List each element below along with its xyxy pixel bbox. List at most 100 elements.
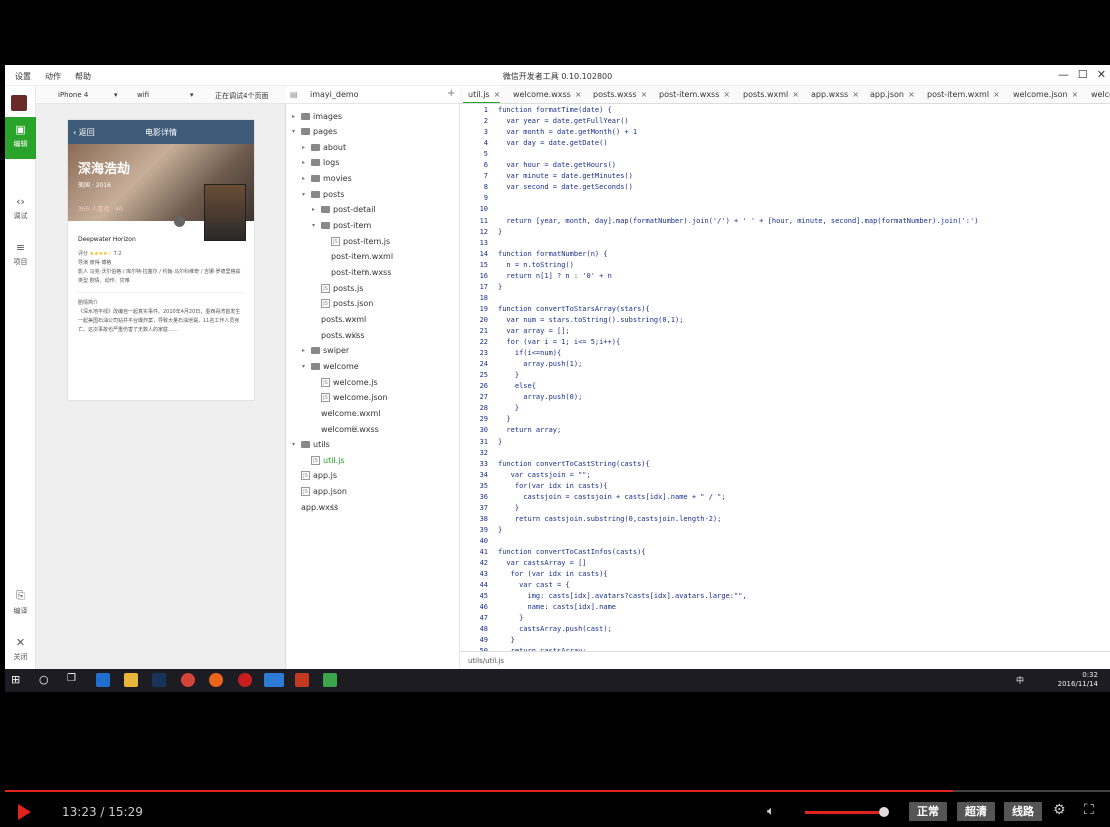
tree-file[interactable]: JS app.js [292, 469, 337, 483]
close-tab-icon[interactable]: × [1072, 90, 1079, 99]
ime-indicator[interactable]: 中 [1016, 675, 1024, 686]
gear-icon[interactable]: ⚙ [1053, 802, 1066, 818]
devtools-icon[interactable] [264, 673, 284, 687]
tree-file[interactable]: JS welcome.json [312, 391, 388, 405]
add-icon[interactable]: + [447, 88, 455, 99]
editor-tab[interactable]: app.json × [865, 86, 915, 103]
close-tab-icon[interactable]: × [641, 90, 648, 99]
chevron-down-icon[interactable]: ▾ [302, 191, 308, 198]
tree-folder[interactable]: ▸ logs [302, 156, 339, 170]
line-number: 19 [479, 304, 488, 313]
device-select[interactable]: iPhone 4 [58, 91, 88, 99]
debug-status[interactable]: 正在调试4个页面 [215, 91, 268, 101]
volume-knob[interactable] [879, 807, 889, 817]
tree-file[interactable]: JS welcome.js [312, 375, 378, 389]
maximize-icon[interactable]: ☐ [1078, 68, 1088, 81]
chevron-right-icon[interactable]: ▸ [312, 206, 318, 213]
tree-file[interactable]: JS posts.js [312, 281, 363, 295]
close-tab-icon[interactable]: × [908, 90, 915, 99]
route-button[interactable]: 线路 [1004, 802, 1042, 821]
folder-icon [311, 159, 320, 167]
close-tab-icon[interactable]: × [852, 90, 859, 99]
explorer-icon[interactable] [124, 673, 138, 687]
task-view-icon[interactable]: ❐ [67, 673, 81, 687]
chevron-down-icon[interactable]: ▾ [292, 128, 298, 135]
rail-item[interactable]: ≡ 项目 [5, 235, 36, 277]
tree-file[interactable]: ‹› post-item.wxml [322, 250, 393, 264]
chevron-right-icon[interactable]: ▸ [302, 175, 308, 182]
windows-start-icon[interactable]: ⊞ [11, 673, 25, 687]
editor-tab[interactable]: app.wxss × [806, 86, 859, 103]
tree-file[interactable]: {} posts.wxss [312, 328, 365, 342]
chrome-icon[interactable] [181, 673, 195, 687]
quality-normal-button[interactable]: 正常 [909, 802, 947, 821]
tree-folder[interactable]: ▾ utils [292, 438, 330, 452]
tree-folder[interactable]: ▾ pages [292, 125, 337, 139]
rail-item[interactable]: ▣ 编辑 [5, 117, 36, 159]
edge-icon[interactable] [96, 673, 110, 687]
avatar [174, 216, 185, 227]
editor-tab[interactable]: posts.wxss × [588, 86, 648, 103]
close-tab-icon[interactable]: × [723, 90, 730, 99]
tree-folder[interactable]: ▾ post-item [312, 219, 371, 233]
volume-slider[interactable] [805, 811, 883, 814]
tree-folder[interactable]: ▸ about [302, 140, 346, 154]
chevron-right-icon[interactable]: ▸ [302, 159, 308, 166]
close-tab-icon[interactable]: × [575, 90, 582, 99]
tree-folder[interactable]: ▸ images [292, 109, 342, 123]
editor-tab[interactable]: welco [1086, 86, 1110, 103]
quality-hd-button[interactable]: 超清 [957, 802, 995, 821]
rail-item[interactable]: ⎘ 编译 [5, 583, 36, 625]
volume-icon[interactable]: 🔈︎ [767, 804, 775, 819]
movie-poster[interactable] [204, 184, 246, 241]
tree-file[interactable]: {} post-item.wxss [322, 266, 391, 280]
chevron-down-icon[interactable]: ▾ [292, 441, 298, 448]
tree-file[interactable]: JS posts.json [312, 297, 373, 311]
tree-folder[interactable]: ▸ post-detail [312, 203, 376, 217]
tree-folder[interactable]: ▾ posts [302, 187, 344, 201]
search-icon[interactable]: ○ [39, 673, 53, 687]
tree-folder[interactable]: ▸ swiper [302, 344, 349, 358]
close-window-icon[interactable]: ✕ [1097, 68, 1106, 81]
editor-tab[interactable]: post-item.wxml × [922, 86, 1000, 103]
tree-file[interactable]: {} welcome.wxss [312, 422, 379, 436]
tree-file[interactable]: JS app.json [292, 485, 347, 499]
chevron-right-icon[interactable]: ▸ [302, 144, 308, 151]
play-icon[interactable] [18, 804, 31, 820]
powerpoint-icon[interactable] [295, 673, 309, 687]
chevron-down-icon[interactable]: ▾ [114, 91, 118, 99]
tree-file[interactable]: ‹› posts.wxml [312, 312, 366, 326]
tree-file[interactable]: ‹› welcome.wxml [312, 406, 381, 420]
tree-file[interactable]: JS util.js [302, 453, 345, 467]
editor-tab[interactable]: posts.wxml × [738, 86, 799, 103]
recorder-icon[interactable] [238, 673, 252, 687]
tree-file[interactable]: {} app.wxss [292, 500, 338, 514]
tree-folder[interactable]: ▾ welcome [302, 359, 359, 373]
tree-folder[interactable]: ▸ movies [302, 172, 352, 186]
avatar[interactable] [11, 95, 27, 111]
chevron-right-icon[interactable]: ▸ [292, 113, 298, 120]
editor-tab[interactable]: welcome.json × [1008, 86, 1079, 103]
app-icon[interactable] [323, 673, 337, 687]
chevron-down-icon[interactable]: ▾ [302, 363, 308, 370]
editor-tab[interactable]: util.js × [463, 86, 501, 103]
fullscreen-icon[interactable]: ⛶ [1084, 802, 1094, 818]
close-tab-icon[interactable]: × [993, 90, 1000, 99]
chevron-down-icon[interactable]: ▾ [190, 91, 194, 99]
rail-item[interactable]: ‹› 调试 [5, 189, 36, 231]
system-tray[interactable]: 0:32 2016/11/14 [1058, 671, 1098, 689]
chevron-right-icon[interactable]: ▸ [302, 347, 308, 354]
photoshop-icon[interactable] [152, 673, 166, 687]
rail-item[interactable]: ✕ 关闭 [5, 630, 36, 669]
minimize-icon[interactable]: — [1058, 68, 1069, 81]
chevron-down-icon[interactable]: ▾ [312, 222, 318, 229]
editor-tab[interactable]: post-item.wxss × [654, 86, 730, 103]
code-editor[interactable]: 1 function formatTime(date) {2 var year =… [460, 104, 1110, 651]
app-icon[interactable] [209, 673, 223, 687]
network-select[interactable]: wifi [137, 91, 149, 99]
video-progress[interactable] [5, 790, 1110, 792]
close-tab-icon[interactable]: × [792, 90, 799, 99]
editor-tab[interactable]: welcome.wxss × [508, 86, 582, 103]
tree-file[interactable]: JS post-item.js [322, 234, 390, 248]
close-tab-icon[interactable]: × [494, 90, 501, 99]
